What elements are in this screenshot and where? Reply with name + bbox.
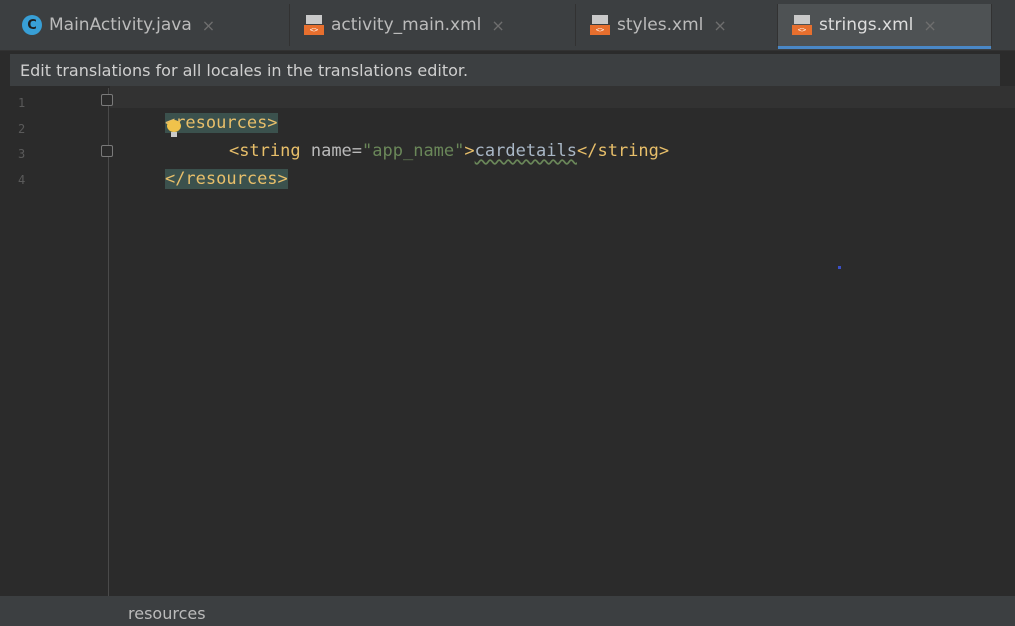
tab-label: strings.xml	[819, 15, 914, 35]
close-icon[interactable]: ×	[713, 16, 726, 35]
close-icon[interactable]: ×	[491, 16, 504, 35]
lightbulb-icon[interactable]	[166, 120, 182, 138]
line-number: 2	[18, 122, 26, 136]
breadcrumb-resources[interactable]: resources	[128, 604, 206, 623]
tab-label: MainActivity.java	[49, 15, 192, 35]
tab-label: activity_main.xml	[331, 15, 482, 35]
close-icon[interactable]: ×	[923, 16, 936, 35]
close-icon[interactable]: ×	[202, 16, 215, 35]
line-number: 3	[18, 147, 26, 161]
code-line-3: </resources>	[124, 146, 288, 212]
tab-styles-xml[interactable]: <> styles.xml ×	[576, 4, 778, 46]
code-editor[interactable]: 1 2 3 4 <resources> <string name="app_na…	[10, 86, 1015, 596]
tab-strings-xml[interactable]: <> strings.xml ×	[778, 4, 992, 49]
fold-collapse-icon[interactable]	[101, 94, 113, 106]
java-class-icon: C	[22, 15, 42, 35]
gutter-divider	[108, 88, 109, 596]
breadcrumb-bar: resources	[0, 596, 1015, 626]
line-number: 1	[18, 96, 26, 110]
fold-end-icon[interactable]	[101, 145, 113, 157]
resources-close-tag: </resources>	[164, 169, 288, 189]
banner-text: Edit translations for all locales in the…	[20, 60, 469, 80]
tab-mainactivity-java[interactable]: C MainActivity.java ×	[8, 4, 290, 46]
translations-editor-banner[interactable]: Edit translations for all locales in the…	[10, 54, 1000, 86]
xml-file-icon: <>	[590, 15, 610, 35]
editor-tab-bar: C MainActivity.java × <> activity_main.x…	[0, 0, 1015, 51]
xml-file-icon: <>	[792, 15, 812, 35]
caret-marker	[838, 266, 841, 269]
tab-activity-main-xml[interactable]: <> activity_main.xml ×	[290, 4, 576, 46]
string-value: cardetails	[474, 141, 577, 161]
xml-file-icon: <>	[304, 15, 324, 35]
line-number: 4	[18, 173, 26, 187]
tab-label: styles.xml	[617, 15, 704, 35]
